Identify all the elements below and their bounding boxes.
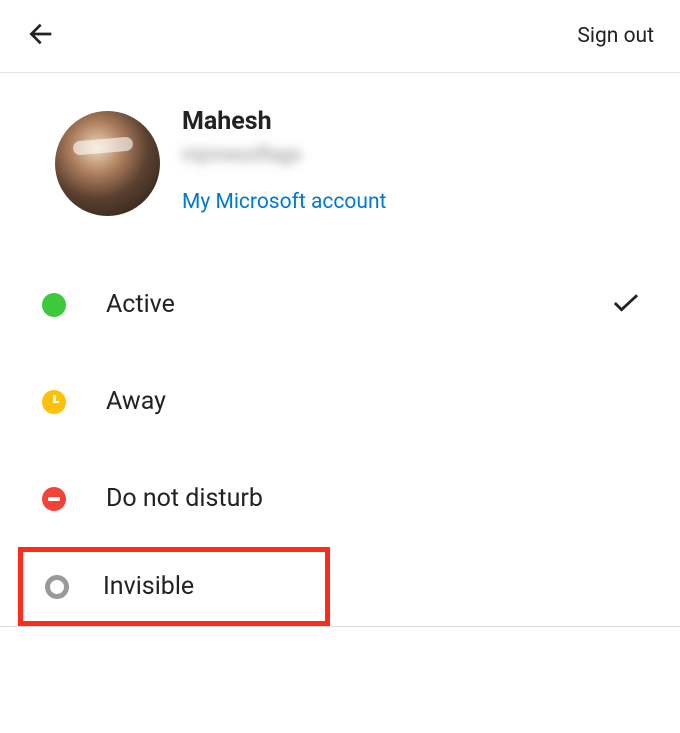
- status-list: Active Away Do not disturb Invisible: [0, 256, 680, 627]
- status-label: Invisible: [103, 572, 194, 601]
- profile-info: Mahesh mjnnessflags My Microsoft account: [182, 103, 386, 214]
- profile-name: Mahesh: [182, 107, 386, 136]
- microsoft-account-link[interactable]: My Microsoft account: [182, 190, 386, 214]
- status-item-dnd[interactable]: Do not disturb: [0, 450, 680, 547]
- status-label: Active: [106, 290, 175, 319]
- status-label: Away: [106, 387, 166, 416]
- active-icon: [42, 293, 66, 317]
- header: Sign out: [0, 0, 680, 73]
- status-item-away[interactable]: Away: [0, 353, 680, 450]
- status-label: Do not disturb: [106, 484, 263, 513]
- status-item-invisible[interactable]: Invisible: [18, 547, 330, 626]
- status-item-active[interactable]: Active: [0, 256, 680, 353]
- back-button[interactable]: [26, 18, 58, 54]
- avatar[interactable]: [55, 111, 160, 216]
- checkmark-icon: [612, 293, 640, 317]
- away-icon: [42, 390, 66, 414]
- profile-section: Mahesh mjnnessflags My Microsoft account: [0, 73, 680, 256]
- arrow-left-icon: [26, 18, 58, 50]
- invisible-icon: [45, 575, 69, 599]
- sign-out-link[interactable]: Sign out: [577, 24, 654, 48]
- dnd-icon: [42, 487, 66, 511]
- profile-username-blurred: mjnnessflags: [182, 142, 386, 166]
